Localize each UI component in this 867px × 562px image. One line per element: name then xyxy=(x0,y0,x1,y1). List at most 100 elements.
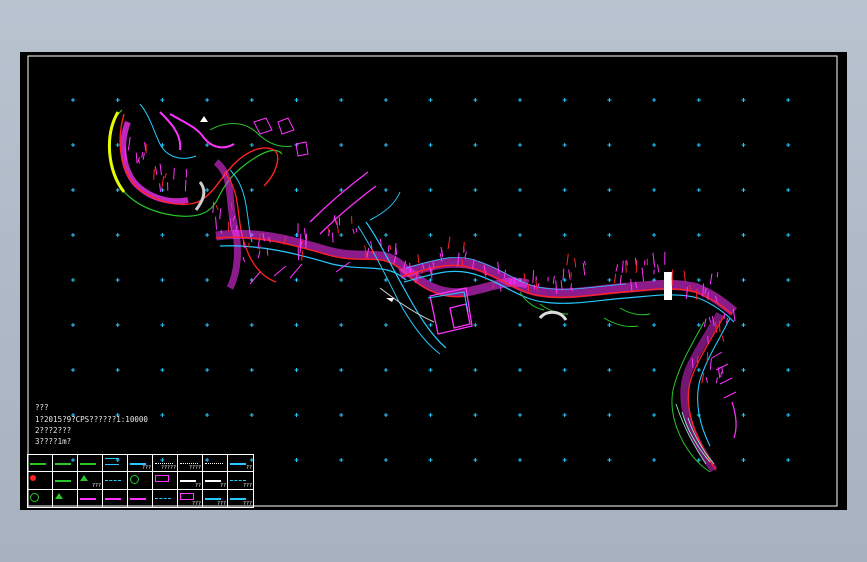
grid-cross xyxy=(428,458,433,462)
legend-cell: ?? xyxy=(178,472,203,490)
grid-cross xyxy=(741,368,746,372)
building-stroke xyxy=(161,176,165,190)
grid-cross xyxy=(160,278,165,282)
grid-cross xyxy=(383,233,388,237)
legend-symbol xyxy=(105,475,121,482)
building-stroke xyxy=(720,371,723,378)
legend-symbol xyxy=(230,493,246,500)
topographic-route-map xyxy=(27,55,838,507)
building-stroke xyxy=(395,247,398,255)
grid-cross xyxy=(518,98,522,102)
legend-cell: ????? xyxy=(153,455,178,473)
grid-cross xyxy=(562,98,567,102)
grid-cross xyxy=(383,188,388,192)
grid-cross xyxy=(205,323,210,327)
building-stroke xyxy=(613,273,617,284)
grid-cross xyxy=(428,143,433,147)
grid-cross xyxy=(741,188,746,192)
building-stroke xyxy=(552,275,555,284)
grid-cross xyxy=(786,143,791,147)
building-stroke xyxy=(705,377,708,384)
grid-cross xyxy=(562,368,567,372)
building-stroke xyxy=(215,216,218,230)
legend-label: ??? xyxy=(216,501,226,507)
grid-cross xyxy=(786,413,791,417)
building-stroke xyxy=(417,254,420,264)
legend-symbol xyxy=(80,458,96,465)
legend-symbol xyxy=(155,475,169,483)
grid-cross xyxy=(160,323,165,327)
building-stroke xyxy=(708,316,712,323)
legend-label: ??? xyxy=(242,482,252,489)
building-stroke xyxy=(153,168,155,180)
legend-symbol xyxy=(30,475,36,482)
grid-cross xyxy=(428,233,433,237)
legend-symbol xyxy=(80,475,88,482)
legend-label: ?? xyxy=(245,465,252,472)
route-section-south xyxy=(671,312,737,473)
legend-cell xyxy=(28,455,53,473)
building-stroke xyxy=(266,248,269,256)
legend-cell xyxy=(128,472,153,490)
legend-cell xyxy=(53,489,78,507)
legend-label: ?? xyxy=(194,482,201,489)
building-stroke xyxy=(336,220,339,234)
grid-cross xyxy=(473,233,478,237)
building-stroke xyxy=(242,256,246,263)
building-stroke xyxy=(641,267,645,282)
grid-cross xyxy=(115,368,120,372)
building-stroke xyxy=(258,245,261,250)
grid-cross xyxy=(249,413,254,417)
grid-cross xyxy=(607,278,612,282)
legend-cell: ??? xyxy=(178,489,203,507)
note-line-1: 1?2015?9?CPS??????1:10000 xyxy=(35,415,148,424)
building-stroke xyxy=(709,273,713,285)
note-line-2: 2???2??? xyxy=(35,426,72,435)
grid-cross xyxy=(160,98,165,102)
grid-cross xyxy=(205,188,210,192)
grid-cross xyxy=(562,413,567,417)
grid-cross xyxy=(249,188,254,192)
grid-cross xyxy=(652,143,657,147)
grid-cross xyxy=(249,143,254,147)
grid-cross xyxy=(71,143,75,147)
grid-cross xyxy=(518,323,522,327)
grid-cross xyxy=(249,98,254,102)
building-stroke xyxy=(656,264,660,273)
grid-cross xyxy=(115,323,120,327)
grid-cross xyxy=(652,323,657,327)
grid-cross xyxy=(115,98,120,102)
grid-cross xyxy=(339,143,344,147)
grid-cross xyxy=(652,98,657,102)
legend-cell xyxy=(103,472,128,490)
grid-cross xyxy=(115,278,120,282)
building-stroke xyxy=(721,335,725,342)
building-stroke xyxy=(716,272,719,278)
building-stroke xyxy=(154,166,158,175)
building-stroke xyxy=(159,163,163,176)
grid-cross xyxy=(71,98,75,102)
building-stroke xyxy=(709,357,712,370)
grid-cross xyxy=(294,98,299,102)
legend-label: ??? xyxy=(141,465,151,472)
building-stroke xyxy=(215,204,219,211)
legend-symbol xyxy=(130,458,146,465)
building-stroke xyxy=(691,358,694,368)
grid-cross xyxy=(741,413,746,417)
grid-cross xyxy=(652,413,657,417)
legend-symbol xyxy=(30,492,39,502)
grid-cross xyxy=(741,458,746,462)
grid-cross xyxy=(383,368,388,372)
grid-cross xyxy=(518,413,522,417)
building-stroke xyxy=(447,236,451,250)
building-stroke xyxy=(583,260,587,266)
building-stroke xyxy=(164,173,167,179)
legend-symbol xyxy=(155,493,171,499)
building-stroke xyxy=(626,260,628,266)
grid-cross xyxy=(518,233,522,237)
legend-symbol xyxy=(30,458,46,465)
legend-cell xyxy=(153,472,178,490)
grid-cross xyxy=(383,143,388,147)
grid-cross xyxy=(607,98,612,102)
building-stroke xyxy=(634,257,637,266)
